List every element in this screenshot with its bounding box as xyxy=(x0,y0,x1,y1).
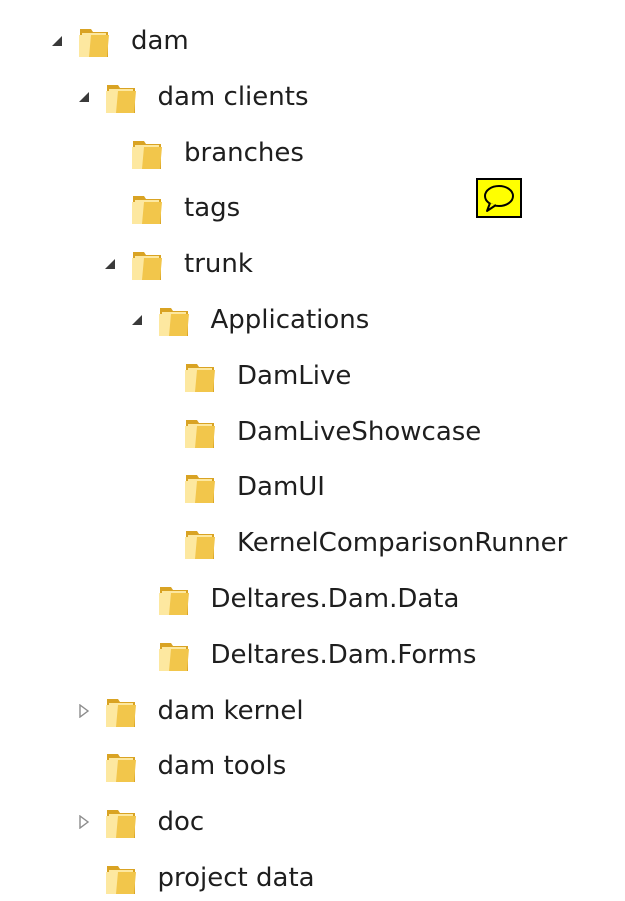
folder-icon xyxy=(183,525,217,561)
tree-node-label: doc xyxy=(157,807,205,838)
folder-icon xyxy=(104,79,138,115)
tree-node-label: tags xyxy=(184,193,241,224)
tree-node-label: branches xyxy=(184,137,304,168)
tree-node-label: Deltares.Dam.Forms xyxy=(210,639,477,670)
tree-node-label: dam xyxy=(131,26,189,56)
tree-node-dam[interactable]: dam xyxy=(0,19,625,63)
folder-icon xyxy=(104,748,138,784)
tree-node-label: Deltares.Dam.Data xyxy=(210,584,460,614)
collapsed-arrow-icon[interactable] xyxy=(75,702,93,720)
tree-node-deltares-dam-forms[interactable]: Deltares.Dam.Forms xyxy=(0,633,625,677)
tree-node-label: Applications xyxy=(210,305,370,335)
tree-node-label: dam clients xyxy=(157,81,309,112)
tree-node-kernelcomparisonrunner[interactable]: KernelComparisonRunner xyxy=(0,521,625,565)
tree-node-label: DamUI xyxy=(237,472,325,503)
expanded-arrow-icon[interactable] xyxy=(128,311,146,329)
folder-icon xyxy=(130,135,164,171)
folder-icon xyxy=(183,469,217,505)
tree-node-label: trunk xyxy=(184,249,253,280)
tree-node-label: KernelComparisonRunner xyxy=(237,528,568,559)
tree-node-dam-tools[interactable]: dam tools xyxy=(0,744,625,788)
tree-node-label: dam kernel xyxy=(157,695,304,726)
tree-node-label: DamLiveShowcase xyxy=(237,416,482,447)
tree-node-damui[interactable]: DamUI xyxy=(0,465,625,509)
tree-node-label: project data xyxy=(157,863,315,893)
folder-icon xyxy=(157,581,191,617)
folder-icon xyxy=(183,358,217,394)
folder-icon xyxy=(183,414,217,450)
tree-node-damliveshowcase[interactable]: DamLiveShowcase xyxy=(0,410,625,454)
folder-icon xyxy=(130,246,164,282)
expanded-arrow-icon[interactable] xyxy=(48,32,66,50)
tree-node-dam-clients[interactable]: dam clients xyxy=(0,75,625,119)
speech-bubble-icon xyxy=(484,185,514,212)
tree-node-label: DamLive xyxy=(237,360,352,391)
tree-node-branches[interactable]: branches xyxy=(0,131,625,175)
folder-icon xyxy=(104,860,138,896)
folder-icon xyxy=(157,637,191,673)
tree-node-doc[interactable]: doc xyxy=(0,800,625,844)
tree-node-label: dam tools xyxy=(157,751,287,782)
tree-node-applications[interactable]: Applications xyxy=(0,298,625,342)
folder-icon xyxy=(104,693,138,729)
comment-icon[interactable] xyxy=(476,178,522,218)
folder-icon xyxy=(104,804,138,840)
tree-node-tags[interactable]: tags xyxy=(0,186,625,230)
tree-node-deltares-dam-data[interactable]: Deltares.Dam.Data xyxy=(0,577,625,621)
folder-tree: dam dam clients branches tags trunk Appl… xyxy=(0,0,625,901)
folder-icon xyxy=(157,302,191,338)
tree-node-dam-kernel[interactable]: dam kernel xyxy=(0,689,625,733)
expanded-arrow-icon[interactable] xyxy=(101,255,119,273)
tree-node-trunk[interactable]: trunk xyxy=(0,242,625,286)
folder-icon xyxy=(130,190,164,226)
expanded-arrow-icon[interactable] xyxy=(75,88,93,106)
folder-icon xyxy=(77,23,111,59)
tree-node-damlive[interactable]: DamLive xyxy=(0,354,625,398)
tree-node-project-data[interactable]: project data xyxy=(0,856,625,900)
collapsed-arrow-icon[interactable] xyxy=(75,813,93,831)
